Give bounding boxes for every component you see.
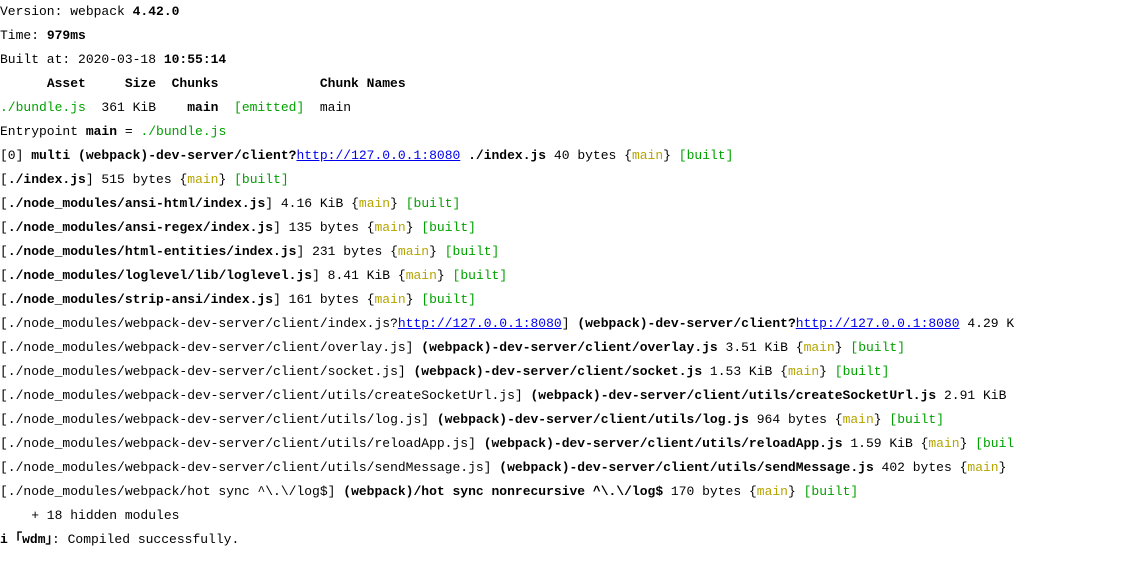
url-link[interactable]: http://127.0.0.1:8080 xyxy=(796,316,960,331)
col-size: Size xyxy=(101,72,171,96)
module-line: [./node_modules/webpack-dev-server/clien… xyxy=(0,360,1131,384)
time-line: Time: 979ms xyxy=(0,24,1131,48)
version-line: Version: webpack 4.42.0 xyxy=(0,0,1131,24)
hidden-modules-line: + 18 hidden modules xyxy=(0,504,1131,528)
module-line: [./node_modules/webpack-dev-server/clien… xyxy=(0,456,1131,480)
col-asset: Asset xyxy=(0,72,101,96)
col-status xyxy=(234,72,320,96)
module-line: [./node_modules/ansi-html/index.js] 4.16… xyxy=(0,192,1131,216)
module-line: [./node_modules/webpack-dev-server/clien… xyxy=(0,384,1131,408)
module-line: [./node_modules/loglevel/lib/loglevel.js… xyxy=(0,264,1131,288)
module-line: [0] multi (webpack)-dev-server/client?ht… xyxy=(0,144,1131,168)
module-line: [./index.js] 515 bytes {main} [built] xyxy=(0,168,1131,192)
entrypoint-line: Entrypoint main = ./bundle.js xyxy=(0,120,1131,144)
url-link[interactable]: http://127.0.0.1:8080 xyxy=(296,148,460,163)
built-line: Built at: 2020-03-18 10:55:14 xyxy=(0,48,1131,72)
asset-table: Asset Size Chunks Chunk Names ./bundle.j… xyxy=(0,72,406,120)
wdm-line: i ｢wdm｣: Compiled successfully. xyxy=(0,528,1131,552)
module-line: [./node_modules/webpack-dev-server/clien… xyxy=(0,312,1131,336)
module-line: [./node_modules/webpack/hot sync ^\.\/lo… xyxy=(0,480,1131,504)
col-chunks: Chunks xyxy=(172,72,234,96)
module-line: [./node_modules/webpack-dev-server/clien… xyxy=(0,336,1131,360)
module-line: [./node_modules/webpack-dev-server/clien… xyxy=(0,432,1131,456)
module-line: [./node_modules/webpack-dev-server/clien… xyxy=(0,408,1131,432)
url-link[interactable]: http://127.0.0.1:8080 xyxy=(398,316,562,331)
module-line: [./node_modules/html-entities/index.js] … xyxy=(0,240,1131,264)
module-line: [./node_modules/strip-ansi/index.js] 161… xyxy=(0,288,1131,312)
col-chunknames: Chunk Names xyxy=(320,72,406,96)
module-line: [./node_modules/ansi-regex/index.js] 135… xyxy=(0,216,1131,240)
table-row: ./bundle.js 361 KiB main [emitted] main xyxy=(0,96,406,120)
